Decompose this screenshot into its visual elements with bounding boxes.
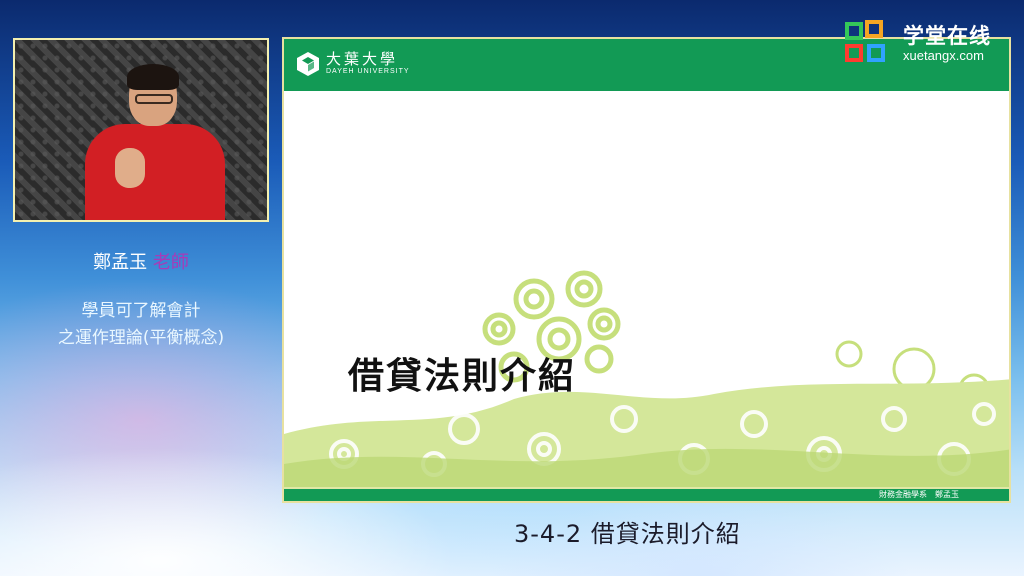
university-logo: 大葉大學 DAYEH UNIVERSITY (296, 51, 410, 77)
lecturer-figure (85, 64, 235, 220)
teacher-name-line: 鄭孟玉 老師 (13, 248, 269, 274)
logo-chinese-text: 大葉大學 (326, 50, 399, 68)
learning-goal: 學員可了解會計 之運作理論(平衡概念) (13, 298, 269, 352)
teacher-name: 鄭孟玉 (93, 252, 148, 273)
dayeh-logo-icon (297, 52, 319, 76)
lecturer-hair (127, 64, 179, 90)
lecturer-hand (115, 148, 145, 188)
slide-footer-bar: 財務金融學系 鄭孟玉 (284, 487, 1009, 501)
slide-footer-text: 財務金融學系 鄭孟玉 (879, 490, 959, 499)
xuetangx-watermark: 学堂在线 xuetangx.com (845, 20, 1015, 66)
teacher-title: 老師 (152, 252, 189, 273)
red-shirt (85, 124, 225, 220)
slide-title: 借貸法則介紹 (348, 355, 577, 397)
watermark-english: xuetangx.com (903, 48, 984, 63)
learning-goal-line-1: 學員可了解會計 (81, 301, 201, 321)
learning-goal-line-2: 之運作理論(平衡概念) (57, 328, 225, 348)
logo-english-text: DAYEH UNIVERSITY (326, 68, 410, 75)
glasses (135, 94, 173, 104)
lecture-slide: 大葉大學 DAYEH UNIVERSITY 借貸法則介紹 財務金融學系 鄭孟玉 (282, 37, 1011, 503)
watermark-chinese: 学堂在线 (903, 24, 991, 48)
xuetangx-logo-icon (845, 20, 885, 62)
lesson-caption: 3-4-2 借貸法則介紹 (514, 520, 741, 548)
lecturer-video (13, 38, 269, 222)
